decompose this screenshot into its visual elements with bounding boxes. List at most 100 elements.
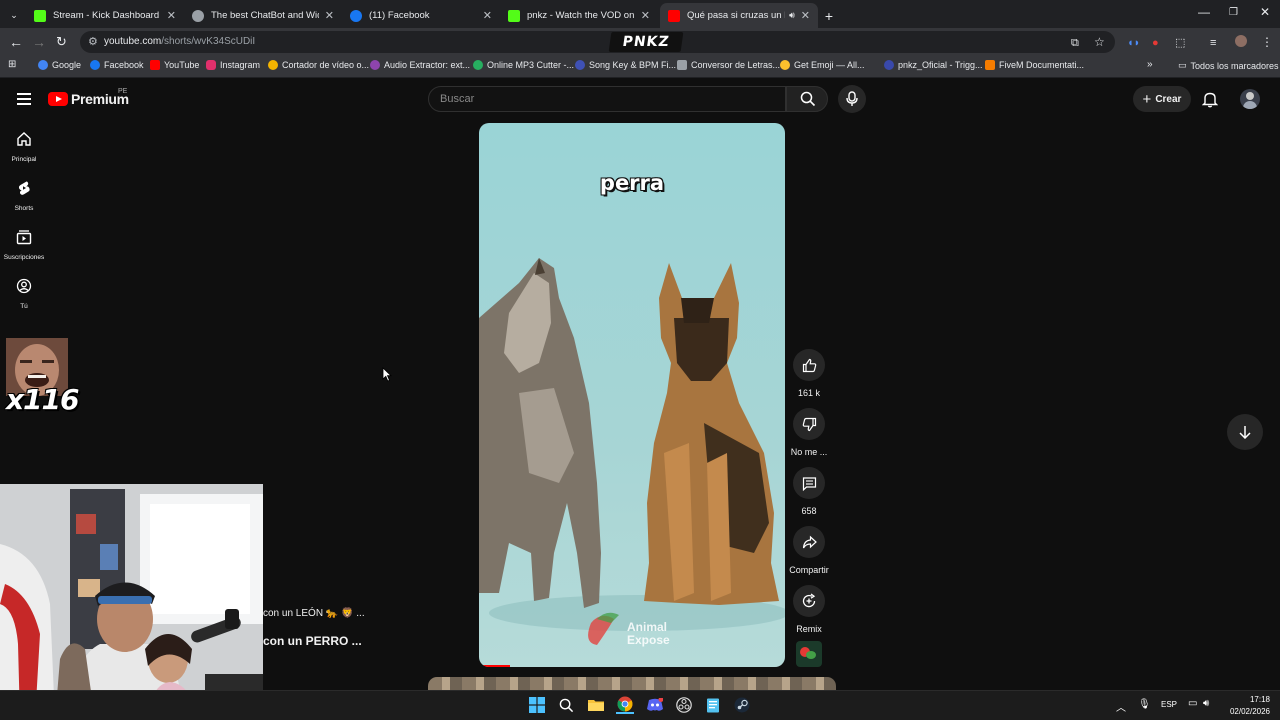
chrome-icon[interactable] [616,696,634,714]
bookmark-youtube[interactable]: YouTube [150,60,199,70]
menu-dots-icon[interactable]: ⋮ [1261,34,1273,50]
extension-blue-icon[interactable]: ◖◗ [1127,35,1140,51]
url-host: youtube.com [104,36,162,47]
chevron-up-icon[interactable]: ︿ [1116,699,1126,714]
tab-kick-dashboard[interactable]: Stream - Kick Dashboard ✕ [26,3,184,28]
recommendation-title[interactable]: con un PERRO ... [263,634,362,648]
dislike-button-circle[interactable] [793,408,825,440]
install-app-icon[interactable]: ⧉ [1071,35,1079,51]
windows-start-icon[interactable] [528,696,546,714]
bookmark-pnkz-oficial[interactable]: pnkz_Oficial - Trigg... [884,60,983,70]
tab-chatbot[interactable]: The best ChatBot and Widgets ✕ [184,3,342,28]
system-clock[interactable]: 17:18 02/02/2026 [1222,694,1270,718]
bookmark-google[interactable]: Google [38,60,81,70]
file-explorer-icon[interactable] [587,696,605,714]
bookmark-label: YouTube [164,60,200,70]
recommendation-title[interactable]: con un LEÓN 🐆 🦁 ... [263,608,365,619]
bookmark-fivem[interactable]: FiveM Documentati... [985,60,1084,70]
video-progress-bar[interactable] [479,665,510,667]
language-indicator[interactable]: ESP [1161,700,1177,709]
sidebar-item-subscriptions[interactable]: Suscripciones [0,229,48,261]
network-icon[interactable]: ▭ [1188,698,1197,709]
site-info-icon[interactable]: ⚙ [88,35,98,48]
tab-search-button[interactable]: ⌄ [4,3,24,28]
remix-button-circle[interactable] [793,585,825,617]
bookmark-instagram[interactable]: Instagram [206,60,260,70]
steam-icon[interactable] [733,696,751,714]
bookmark-video-cutter[interactable]: Cortador de vídeo o... [268,60,369,70]
reload-icon[interactable]: ↻ [56,34,67,50]
tab-kick-vod[interactable]: pnkz - Watch the VOD on Kick ✕ [500,3,658,28]
tab-facebook[interactable]: (11) Facebook ✕ [342,3,500,28]
remix-label: Remix [796,624,822,634]
menu-icon[interactable] [17,93,31,105]
close-icon[interactable]: ✕ [801,9,810,22]
extension-red-icon[interactable]: ● [1152,35,1159,51]
remix-button[interactable]: Remix [788,585,830,634]
tab-youtube-active[interactable]: Qué pasa si cruzas un LOBO 🔊︎ ✕ [660,3,818,28]
new-tab-button[interactable]: + [818,3,840,28]
share-button[interactable]: Compartir [788,526,830,575]
like-button-circle[interactable] [793,349,825,381]
plus-icon: + [1142,90,1152,108]
bookmark-mp3-cutter[interactable]: Online MP3 Cutter -... [473,60,574,70]
search-box[interactable] [428,86,786,112]
close-icon[interactable]: ✕ [167,9,176,22]
close-icon[interactable]: ✕ [325,9,334,22]
bookmark-song-key[interactable]: Song Key & BPM Fi... [575,60,676,70]
minimize-icon[interactable]: — [1198,5,1210,19]
microphone-tray-icon[interactable]: 🎙︎ [1138,699,1151,710]
bookmark-facebook[interactable]: Facebook [90,60,144,70]
search-button[interactable] [786,86,828,112]
share-button-circle[interactable] [793,526,825,558]
restore-icon[interactable]: ❐ [1229,7,1238,18]
sidebar-item-home[interactable]: Principal [0,131,48,163]
close-icon[interactable]: ✕ [483,9,492,22]
close-icon[interactable]: ✕ [641,9,650,22]
bookmark-get-emoji[interactable]: Get Emoji — All... [780,60,865,70]
fivem-icon [985,60,995,70]
search-input[interactable] [429,87,785,111]
obs-icon[interactable] [675,696,693,714]
toolbar: ← → ↻ ⚙ youtube.com/shorts/wvK34ScUDiI P… [0,28,1280,56]
short-video-player[interactable]: perra Animal Expose [479,123,785,667]
bookmark-star-icon[interactable]: ☆ [1094,34,1105,50]
volume-icon[interactable]: 🔊︎ [1203,698,1209,709]
bookmark-audio-extractor[interactable]: Audio Extractor: ext... [370,60,470,70]
next-short-preview[interactable] [428,677,836,690]
more-bookmarks-icon[interactable]: » [1147,59,1153,70]
sidebar-item-shorts[interactable]: Shorts [0,180,48,212]
speaker-icon[interactable]: 🔊︎ [789,10,795,21]
profile-avatar[interactable] [1235,35,1247,47]
forward-icon[interactable]: → [32,34,46,50]
discord-icon[interactable] [646,696,664,714]
notepad-icon[interactable] [704,696,722,714]
voice-search-button[interactable] [838,85,866,113]
sidebar-item-you[interactable]: Tú [0,278,48,310]
like-button[interactable]: 161 k [788,349,830,398]
bookmark-letras[interactable]: Conversor de Letras... [677,60,780,70]
bookmark-label: Audio Extractor: ext... [384,60,471,70]
kick-icon [34,9,46,22]
create-button[interactable]: + Crear [1133,86,1191,112]
bookmark-label: FiveM Documentati... [999,60,1085,70]
youtube-premium-logo[interactable]: Premium PE [48,88,129,107]
notifications-bell-icon[interactable] [1202,91,1218,108]
back-icon[interactable]: ← [9,34,23,50]
comments-button-circle[interactable] [793,467,825,499]
all-bookmarks[interactable]: ▭ Todos los marcadores [1178,60,1279,71]
dislike-button[interactable]: No me ... [788,408,830,457]
channel-avatar[interactable] [796,641,822,667]
extensions-icon[interactable]: ⬚ [1175,35,1185,51]
search-icon[interactable] [557,696,575,714]
youtube-icon [668,9,680,22]
next-short-button[interactable] [1227,414,1263,450]
address-bar[interactable]: ⚙ youtube.com/shorts/wvK34ScUDiI [80,31,1115,53]
close-window-icon[interactable]: ✕ [1260,5,1270,19]
media-control-icon[interactable]: ≡ [1210,35,1216,51]
comment-icon [802,476,816,491]
account-avatar[interactable] [1240,89,1260,109]
youtube-icon [150,60,160,70]
comments-button[interactable]: 658 [788,467,830,516]
apps-grid-icon[interactable]: ⊞ [8,59,16,70]
